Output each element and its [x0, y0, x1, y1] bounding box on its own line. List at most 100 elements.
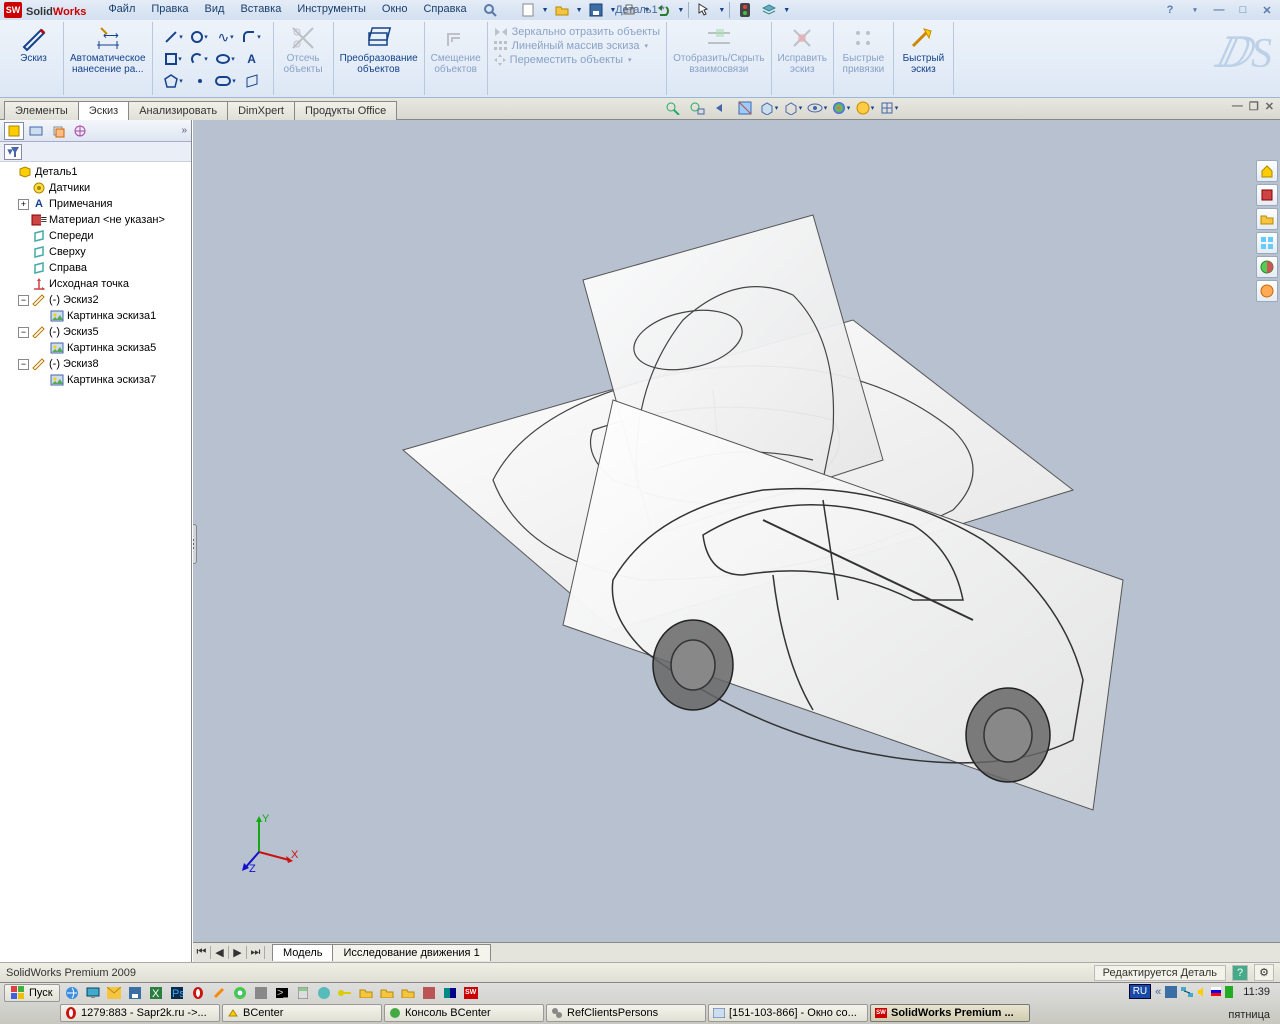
status-help-icon[interactable]: ?: [1232, 965, 1248, 981]
nav-next-icon[interactable]: ▶: [229, 946, 247, 959]
tree-front[interactable]: Спереди: [0, 228, 191, 244]
library-icon[interactable]: [1256, 208, 1278, 230]
tray-expand-icon[interactable]: «: [1155, 986, 1161, 998]
slot-tool[interactable]: ▾: [213, 70, 239, 92]
arc-tool[interactable]: ▾: [187, 48, 213, 70]
config-tab-icon[interactable]: [48, 122, 68, 140]
ql-far-icon[interactable]: [441, 984, 459, 1002]
scene-icon[interactable]: ▾: [854, 99, 876, 117]
plane-tool[interactable]: [239, 70, 265, 92]
close-icon[interactable]: ✕: [1258, 3, 1276, 17]
tray-net-icon[interactable]: [1181, 987, 1193, 997]
ellipse-tool[interactable]: ▾: [213, 48, 239, 70]
task-opera[interactable]: 1279:883 - Sapr2k.ru ->...: [60, 1004, 220, 1022]
property-tab-icon[interactable]: [26, 122, 46, 140]
mdi-restore-icon[interactable]: ❐: [1249, 100, 1259, 113]
panel-expand-icon[interactable]: »: [181, 125, 187, 136]
tree-origin[interactable]: Исходная точка: [0, 276, 191, 292]
task-bcenter[interactable]: BCenter: [222, 1004, 382, 1022]
circle-tool[interactable]: ▾: [187, 26, 213, 48]
tree-sketch8[interactable]: −(-) Эскиз8: [0, 356, 191, 372]
tab-dimxpert[interactable]: DimXpert: [227, 101, 295, 120]
ql-desktop-icon[interactable]: [84, 984, 102, 1002]
ql-app1-icon[interactable]: [252, 984, 270, 1002]
model-tab[interactable]: Модель: [272, 944, 333, 961]
task-solidworks[interactable]: SWSolidWorks Premium ...: [870, 1004, 1030, 1022]
ql-folder-icon[interactable]: [357, 984, 375, 1002]
ql-key-icon[interactable]: [336, 984, 354, 1002]
fillet-tool[interactable]: ▾: [239, 26, 265, 48]
task-refclients[interactable]: RefClientsPersons: [546, 1004, 706, 1022]
nav-first-icon[interactable]: ⏮: [193, 946, 211, 959]
tray-clock[interactable]: 11:39: [1237, 986, 1276, 998]
feature-tree-tab-icon[interactable]: [4, 122, 24, 140]
ql-chrome-icon[interactable]: [231, 984, 249, 1002]
tab-evaluate[interactable]: Анализировать: [128, 101, 228, 120]
ql-save-icon[interactable]: [126, 984, 144, 1002]
ql-ps-icon[interactable]: Ps: [168, 984, 186, 1002]
mdi-close-icon[interactable]: ✕: [1265, 100, 1274, 113]
ql-folder3-icon[interactable]: [399, 984, 417, 1002]
panel-drag-handle[interactable]: [192, 524, 197, 564]
move-button[interactable]: Переместить объекты▾: [494, 54, 660, 66]
tray-vol-icon[interactable]: [1197, 987, 1207, 997]
ql-calc-icon[interactable]: [294, 984, 312, 1002]
tree-root[interactable]: Деталь1: [0, 164, 191, 180]
convert-button[interactable]: Преобразование объектов: [334, 22, 425, 95]
line-tool[interactable]: ▾: [161, 26, 187, 48]
hide-show-icon[interactable]: ▾: [806, 99, 828, 117]
lang-indicator[interactable]: RU: [1129, 984, 1151, 999]
spline-tool[interactable]: ∿▾: [213, 26, 239, 48]
linear-pattern-button[interactable]: Линейный массив эскиза▾: [494, 40, 660, 52]
palette-icon[interactable]: [1256, 256, 1278, 278]
ql-ie-icon[interactable]: [63, 984, 81, 1002]
menu-insert[interactable]: Вставка: [232, 1, 289, 19]
smart-dimension-button[interactable]: ⟷ Автоматическое нанесение ра...: [64, 22, 153, 95]
zoom-fit-icon[interactable]: [662, 99, 684, 117]
graphics-viewport[interactable]: Y X Z ⏮ ◀ ▶ ⏭ Модель Исследование движен…: [192, 120, 1280, 962]
resources-icon[interactable]: [1256, 184, 1278, 206]
menu-tools[interactable]: Инструменты: [289, 1, 374, 19]
ql-picasa-icon[interactable]: [315, 984, 333, 1002]
nav-last-icon[interactable]: ⏭: [247, 946, 265, 959]
start-button[interactable]: Пуск: [4, 984, 60, 1002]
mdi-minimize-icon[interactable]: —: [1232, 100, 1243, 113]
tree-sketchpic7[interactable]: Картинка эскиза7: [0, 372, 191, 388]
menu-edit[interactable]: Правка: [143, 1, 196, 19]
ql-sw-icon[interactable]: SW: [462, 984, 480, 1002]
minimize-icon[interactable]: —: [1210, 3, 1228, 17]
tree-sketch2[interactable]: −(-) Эскиз2: [0, 292, 191, 308]
ql-excel-icon[interactable]: X: [147, 984, 165, 1002]
tab-office[interactable]: Продукты Office: [294, 101, 397, 120]
tree-top[interactable]: Сверху: [0, 244, 191, 260]
tree-sensors[interactable]: Датчики: [0, 180, 191, 196]
section-view-icon[interactable]: [734, 99, 756, 117]
maximize-icon[interactable]: □: [1234, 3, 1252, 17]
menu-view[interactable]: Вид: [197, 1, 233, 19]
tray-flag-icon[interactable]: [1211, 987, 1221, 997]
menu-help[interactable]: Справка: [415, 1, 474, 19]
mirror-button[interactable]: Зеркально отразить объекты: [494, 26, 660, 38]
rapid-sketch-button[interactable]: Быстрый эскиз: [894, 22, 954, 95]
tree-sketchpic5[interactable]: Картинка эскиза5: [0, 340, 191, 356]
nav-prev-icon[interactable]: ◀: [211, 946, 229, 959]
ql-cmd-icon[interactable]: >_: [273, 984, 291, 1002]
text-tool[interactable]: A: [239, 48, 265, 70]
ql-outlook-icon[interactable]: [105, 984, 123, 1002]
tree-right[interactable]: Справа: [0, 260, 191, 276]
dimxpert-tab-icon[interactable]: [70, 122, 90, 140]
zoom-area-icon[interactable]: [686, 99, 708, 117]
tree-sketch5[interactable]: −(-) Эскиз5: [0, 324, 191, 340]
menu-window[interactable]: Окно: [374, 1, 416, 19]
help-icon[interactable]: ?: [1161, 3, 1179, 17]
appearance-icon[interactable]: ▾: [830, 99, 852, 117]
view-settings-icon[interactable]: ▾: [878, 99, 900, 117]
ql-app2-icon[interactable]: [420, 984, 438, 1002]
task-console[interactable]: Консоль BCenter: [384, 1004, 544, 1022]
tree-annotations[interactable]: +AПримечания: [0, 196, 191, 212]
motion-tab[interactable]: Исследование движения 1: [332, 944, 490, 961]
tree-material[interactable]: ≡Материал <не указан>: [0, 212, 191, 228]
relations-button[interactable]: Отобразить/Скрыть взаимосвязи: [667, 22, 771, 95]
filter-icon[interactable]: ▾: [4, 144, 22, 160]
explorer-icon[interactable]: [1256, 232, 1278, 254]
